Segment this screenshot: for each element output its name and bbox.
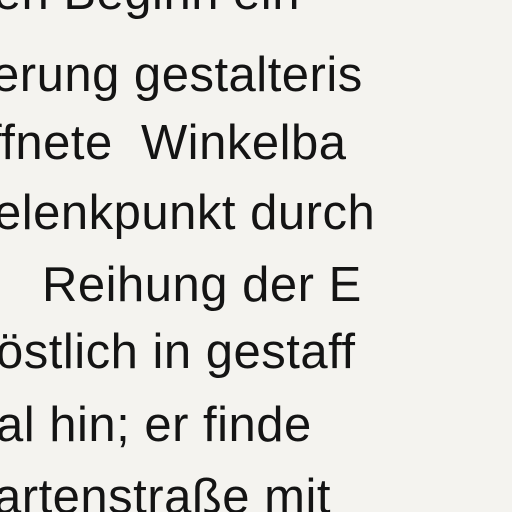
text-line-1: den Beginn ein (0, 0, 300, 23)
text-line-4: elenkpunkt durch (0, 186, 376, 240)
text-line-2: erung gestalteris (0, 48, 363, 102)
text-line-6: östlich in gestaff (0, 325, 356, 379)
text-line-3: ffnete Winkelba (0, 116, 347, 170)
text-line-8: artenstraße mit (0, 470, 331, 512)
text-line-7: al hin; er finde (0, 398, 312, 452)
text-line-5: Reihung der E (42, 258, 362, 312)
document-page: den Beginn ein erung gestalteris ffnete … (0, 0, 512, 512)
